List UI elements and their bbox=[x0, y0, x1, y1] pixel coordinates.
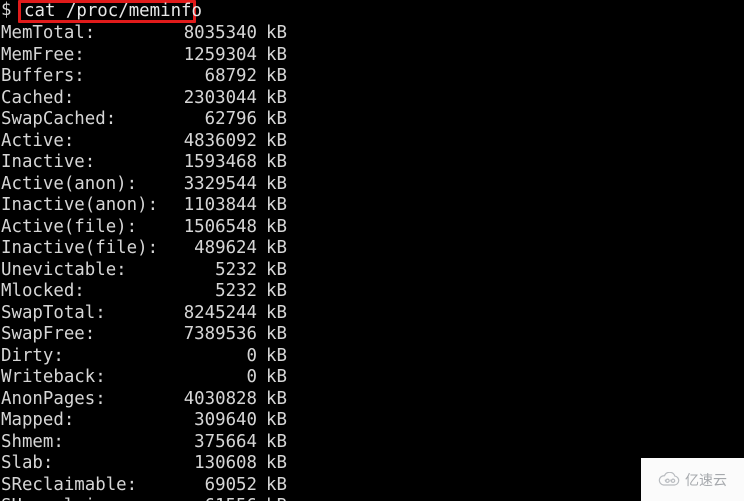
meminfo-row: Mapped: 309640 kB bbox=[0, 410, 300, 432]
meminfo-value: 4836092 bbox=[183, 130, 257, 151]
meminfo-value: 0 bbox=[246, 345, 257, 366]
meminfo-value: 3329544 bbox=[183, 173, 257, 194]
meminfo-row: SReclaimable: 69052 kB bbox=[0, 475, 300, 497]
meminfo-row: Active(file): 1506548 kB bbox=[0, 217, 300, 239]
meminfo-row: Active(anon): 3329544 kB bbox=[0, 174, 300, 196]
meminfo-unit: kB bbox=[266, 281, 287, 301]
meminfo-value: 62796 bbox=[204, 109, 257, 129]
watermark: 亿速云 bbox=[641, 458, 744, 501]
meminfo-value: 0 bbox=[246, 367, 257, 387]
meminfo-row: Shmem: 375664 kB bbox=[0, 432, 300, 454]
meminfo-row: Unevictable: 5232 kB bbox=[0, 260, 300, 282]
meminfo-value: 61556 bbox=[0, 496, 257, 501]
meminfo-unit: kB bbox=[266, 474, 287, 495]
terminal-window[interactable]: $ cat /proc/meminfo MemTotal: 8035340 kB Me… bbox=[0, 0, 744, 501]
meminfo-row: Cached: 2303044 kB bbox=[0, 88, 300, 110]
meminfo-unit: kB bbox=[266, 216, 287, 237]
meminfo-row: Writeback: 0 kB bbox=[0, 367, 300, 389]
meminfo-value: 7389536 bbox=[183, 324, 257, 344]
meminfo-value: 5232 bbox=[215, 281, 257, 301]
meminfo-unit: kB bbox=[266, 66, 287, 86]
meminfo-unit: kB bbox=[266, 152, 287, 172]
cloud-swirl-logo-icon bbox=[658, 471, 680, 486]
meminfo-row: MemTotal: 8035340 kB bbox=[0, 23, 300, 45]
meminfo-value: 8035340 bbox=[183, 23, 257, 43]
meminfo-row: SUnreclaim:61556kB bbox=[0, 496, 300, 501]
meminfo-row: Slab: 130608 kB bbox=[0, 453, 300, 475]
meminfo-unit: kB bbox=[266, 173, 287, 194]
meminfo-row: Inactive(anon): 1103844 kB bbox=[0, 195, 300, 217]
meminfo-unit: kB bbox=[266, 130, 287, 151]
meminfo-unit: kB bbox=[266, 431, 287, 452]
meminfo-value: 1593468 bbox=[183, 152, 257, 172]
meminfo-row: Dirty: 0 kB bbox=[0, 346, 300, 368]
meminfo-unit: kB bbox=[266, 238, 287, 258]
meminfo-unit: kB bbox=[266, 345, 287, 366]
meminfo-value: 1506548 bbox=[183, 216, 257, 237]
meminfo-unit: kB bbox=[266, 388, 287, 409]
meminfo-unit: kB bbox=[266, 302, 287, 323]
meminfo-unit: kB bbox=[266, 87, 287, 108]
meminfo-unit: kB bbox=[266, 453, 287, 473]
meminfo-row: AnonPages: 4030828 kB bbox=[0, 389, 300, 411]
meminfo-row: Mlocked: 5232 kB bbox=[0, 281, 300, 303]
meminfo-unit: kB bbox=[266, 324, 287, 344]
meminfo-row: Inactive: 1593468 kB bbox=[0, 152, 300, 174]
command-text: cat /proc/meminfo bbox=[24, 1, 202, 21]
meminfo-value: 69052 bbox=[204, 474, 257, 495]
meminfo-unit: kB bbox=[266, 23, 287, 43]
meminfo-unit: kB bbox=[266, 109, 287, 129]
meminfo-unit: kB bbox=[266, 195, 287, 215]
meminfo-value: 68792 bbox=[204, 66, 257, 86]
meminfo-unit: kB bbox=[266, 496, 287, 501]
command-prompt-line: $ cat /proc/meminfo bbox=[0, 0, 202, 23]
meminfo-value: 1103844 bbox=[183, 195, 257, 215]
meminfo-row: SwapCached: 62796 kB bbox=[0, 109, 300, 131]
meminfo-value: 8245244 bbox=[183, 302, 257, 323]
meminfo-value: 5232 bbox=[215, 259, 257, 280]
watermark-text: 亿速云 bbox=[685, 472, 727, 489]
meminfo-value: 1259304 bbox=[183, 44, 257, 65]
meminfo-row: MemFree: 1259304 kB bbox=[0, 45, 300, 67]
meminfo-unit: kB bbox=[266, 259, 287, 280]
meminfo-value: 2303044 bbox=[183, 87, 257, 108]
meminfo-row: SwapTotal: 8245244 kB bbox=[0, 303, 300, 325]
meminfo-value: 309640 bbox=[194, 410, 257, 430]
meminfo-value: 489624 bbox=[194, 238, 257, 258]
prompt-sigil: $ bbox=[1, 0, 12, 20]
meminfo-row: Inactive(file): 489624 kB bbox=[0, 238, 300, 260]
meminfo-row: SwapFree: 7389536 kB bbox=[0, 324, 300, 346]
meminfo-unit: kB bbox=[266, 367, 287, 387]
meminfo-unit: kB bbox=[266, 44, 287, 65]
meminfo-value: 130608 bbox=[194, 453, 257, 473]
meminfo-value: 375664 bbox=[194, 431, 257, 452]
meminfo-row: Active: 4836092 kB bbox=[0, 131, 300, 153]
meminfo-row: Buffers: 68792 kB bbox=[0, 66, 300, 88]
meminfo-unit: kB bbox=[266, 410, 287, 430]
meminfo-value: 4030828 bbox=[183, 388, 257, 409]
